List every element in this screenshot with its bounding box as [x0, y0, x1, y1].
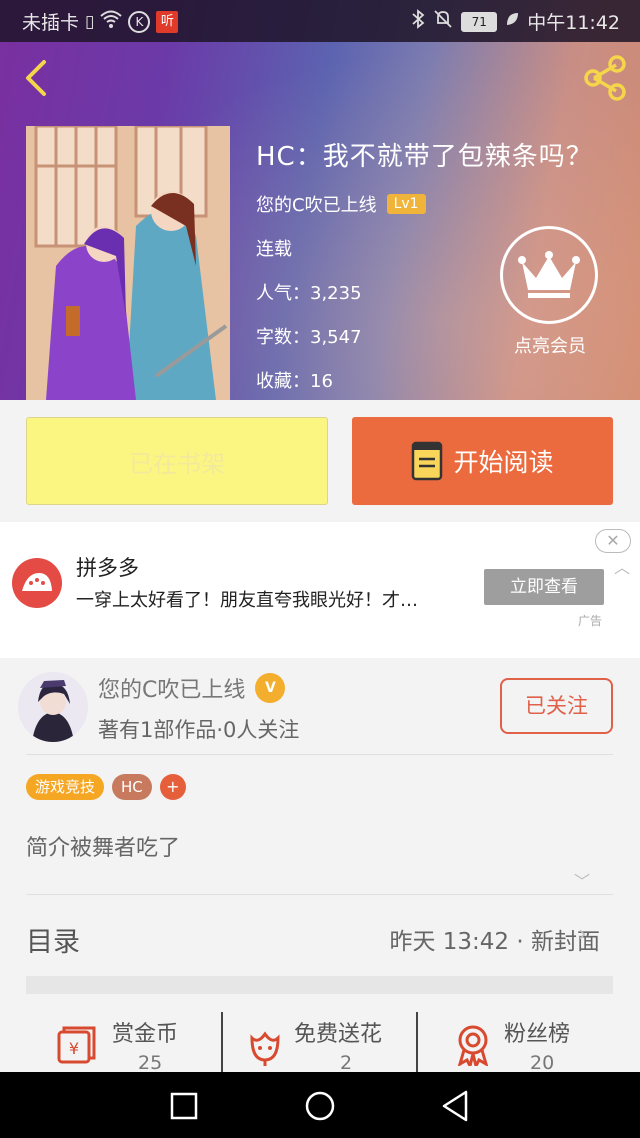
- crown-icon: [500, 226, 598, 324]
- share-button[interactable]: [580, 54, 630, 102]
- free-flower-item[interactable]: 免费送花 2: [244, 1008, 404, 1078]
- toc-latest-update[interactable]: 昨天 13:42 · 新封面: [389, 922, 600, 956]
- vip-button[interactable]: 点亮会员: [500, 226, 600, 358]
- ad-view-button[interactable]: 立即查看: [484, 569, 604, 605]
- bottom-stats: ¥ 赏金币 25 免费送花 2 粉丝榜 20: [0, 1008, 640, 1078]
- listen-app-icon: 听: [156, 10, 179, 33]
- verified-badge-icon: V: [255, 673, 286, 703]
- level-badge: Lv1: [386, 194, 426, 214]
- ad-collapse-icon[interactable]: ︿: [614, 554, 630, 578]
- divider: [416, 1012, 418, 1074]
- fan-ranking-item[interactable]: 粉丝榜 20: [452, 1008, 592, 1078]
- recents-icon[interactable]: [164, 1086, 204, 1126]
- no-sim-icon: ▯: [85, 11, 95, 32]
- divider: [26, 754, 613, 755]
- divider: [221, 1012, 223, 1074]
- fan-ranking-label: 粉丝榜: [504, 1022, 571, 1047]
- ad-banner[interactable]: 拼多多 一穿上太好看了！朋友直夸我眼光好！才… 立即查看 ✕ ︿ 广告: [0, 522, 640, 658]
- back-arrow-icon: [26, 60, 46, 96]
- free-flower-label: 免费送花: [294, 1022, 383, 1047]
- carrier-label: 未插卡: [22, 12, 80, 34]
- expand-chevron-icon[interactable]: ﹀: [574, 868, 590, 892]
- reward-coins-label: 赏金币: [112, 1022, 179, 1047]
- battery-indicator: 71: [461, 11, 498, 32]
- book-author[interactable]: 您的C吹已上线: [256, 191, 377, 217]
- cover-illustration: [26, 126, 230, 400]
- flower-icon: [250, 1031, 280, 1066]
- free-flower-value: 2: [340, 1052, 353, 1074]
- tag-hc[interactable]: HC: [112, 774, 152, 800]
- toc-label[interactable]: 目录: [26, 920, 80, 959]
- home-icon[interactable]: [300, 1086, 340, 1126]
- ad-label: 广告: [578, 614, 603, 628]
- tag-list: 游戏竞技 HC +: [26, 774, 186, 800]
- share-icon: [584, 55, 626, 101]
- book-icon: [412, 441, 443, 481]
- tag-game[interactable]: 游戏竞技: [26, 774, 105, 800]
- add-tag-button[interactable]: +: [159, 774, 186, 800]
- ad-title: 拼多多: [76, 556, 139, 580]
- book-title: HC：我不就带了包辣条吗？: [256, 142, 593, 172]
- author-card: 您的C吹已上线 V 著有1部作品·0人关注 已关注 游戏竞技 HC + 简介被舞…: [0, 658, 640, 1074]
- author-name[interactable]: 您的C吹已上线: [98, 672, 245, 704]
- action-buttons: 已在书架 开始阅读: [0, 400, 640, 522]
- status-bar: 未插卡 ▯ K 听 71 中午11:42: [0, 0, 640, 42]
- vip-label: 点亮会员: [514, 336, 586, 357]
- ad-description: 一穿上太好看了！朋友直夸我眼光好！才…: [76, 590, 418, 611]
- mute-bell-icon: [433, 9, 453, 35]
- start-reading-button[interactable]: 开始阅读: [352, 417, 613, 505]
- divider: [26, 894, 613, 895]
- svg-text:¥: ¥: [69, 1039, 79, 1058]
- pinduoduo-logo-icon: [12, 558, 62, 608]
- back-button[interactable]: [16, 56, 56, 100]
- start-reading-label: 开始阅读: [453, 448, 554, 477]
- author-avatar[interactable]: [18, 672, 88, 742]
- leaf-icon: [505, 11, 519, 33]
- back-triangle-icon[interactable]: [436, 1086, 476, 1126]
- follow-button[interactable]: 已关注: [500, 678, 613, 734]
- book-cover[interactable]: [26, 126, 230, 400]
- section-separator: [26, 976, 613, 994]
- fan-ranking-value: 20: [530, 1052, 555, 1074]
- reward-coins-item[interactable]: ¥ 赏金币 25: [56, 1008, 206, 1078]
- bluetooth-icon: [411, 8, 425, 35]
- chevron-right-icon[interactable]: ›: [578, 922, 587, 947]
- clock: 中午11:42: [527, 12, 620, 34]
- in-bookshelf-button[interactable]: 已在书架: [26, 417, 328, 505]
- k-app-icon: K: [128, 10, 151, 33]
- author-stats: 著有1部作品·0人关注: [98, 718, 300, 742]
- reward-coins-value: 25: [138, 1052, 163, 1074]
- system-nav-bar: [0, 1072, 640, 1138]
- gold-coin-icon: ¥: [57, 1026, 96, 1064]
- favorites-count: 收藏：16: [256, 371, 333, 392]
- book-intro: 简介被舞者吃了: [26, 836, 181, 861]
- medal-icon: [457, 1025, 489, 1066]
- book-detail-screen: 未插卡 ▯ K 听 71 中午11:42 HC：我不就带了包辣条吗？ 您的C吹已…: [0, 0, 640, 1138]
- ad-close-icon[interactable]: ✕: [595, 529, 631, 553]
- wifi-icon: [100, 9, 123, 35]
